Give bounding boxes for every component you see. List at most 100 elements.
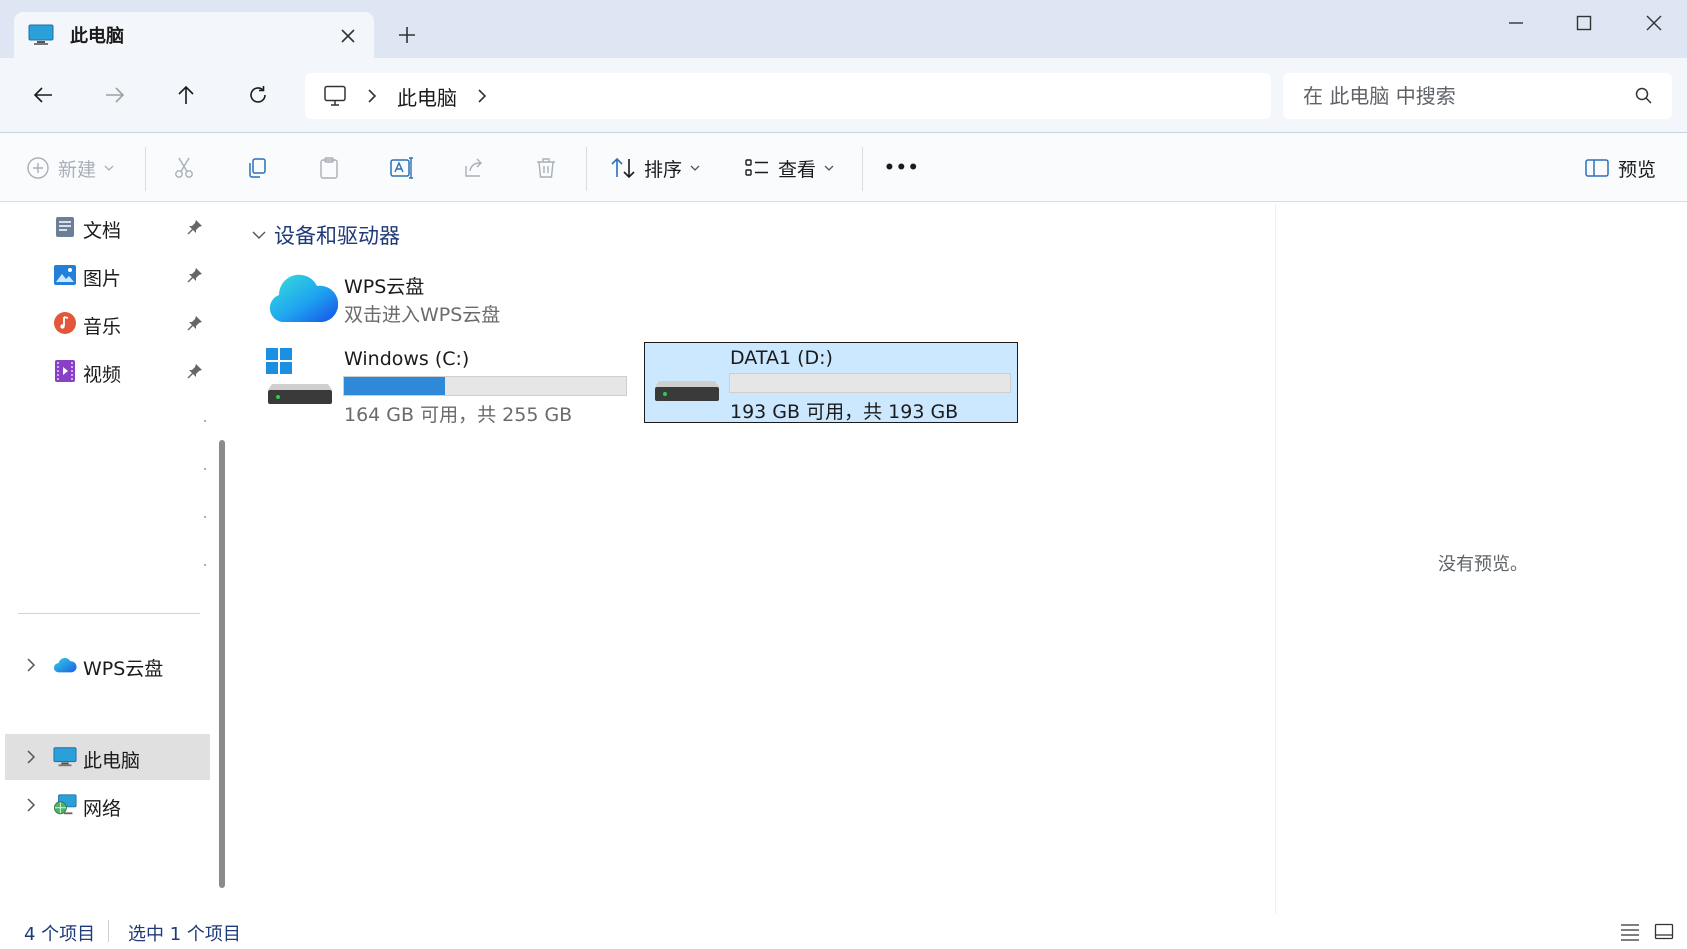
- chevron-down-icon: [104, 164, 114, 172]
- toolbar-divider: [862, 147, 863, 191]
- navigation-pane: 文档 图片 音乐 视频 WPS云盘 此电脑 网络: [0, 204, 214, 914]
- wps-cloud-icon: [266, 268, 338, 324]
- chevron-right-icon[interactable]: [22, 656, 40, 674]
- preview-label: 预览: [1618, 158, 1657, 181]
- toolbar-divider: [145, 147, 146, 191]
- group-header-devices[interactable]: 设备和驱动器: [252, 220, 400, 250]
- trash-icon: [534, 156, 558, 180]
- monitor-icon: [28, 24, 54, 46]
- status-bar: 4 个项目 选中 1 个项目: [0, 914, 1687, 949]
- copy-icon: [245, 156, 269, 180]
- pictures-icon: [53, 263, 77, 287]
- more-options-button[interactable]: •••: [884, 151, 920, 185]
- sidebar-item-label: 此电脑: [83, 750, 141, 772]
- rename-button[interactable]: [389, 151, 415, 185]
- sidebar-dot: [204, 564, 206, 566]
- sidebar-item-network[interactable]: 网络: [5, 782, 210, 828]
- breadcrumb-this-pc[interactable]: 此电脑: [397, 82, 457, 111]
- item-subtitle: 193 GB 可用，共 193 GB: [730, 401, 959, 423]
- sidebar-item-documents[interactable]: 文档: [5, 204, 210, 250]
- sidebar-item-wps-cloud[interactable]: WPS云盘: [5, 642, 210, 688]
- clipboard-icon: [317, 156, 341, 180]
- search-icon[interactable]: [1634, 86, 1654, 106]
- close-window-button[interactable]: [1634, 8, 1674, 38]
- paste-button[interactable]: [317, 151, 341, 185]
- sidebar-item-music[interactable]: 音乐: [5, 300, 210, 346]
- sidebar-item-videos[interactable]: 视频: [5, 348, 210, 394]
- maximize-button[interactable]: [1564, 8, 1604, 38]
- back-button[interactable]: [26, 78, 60, 112]
- preview-pane-icon: [1584, 157, 1610, 179]
- pin-icon[interactable]: [186, 218, 204, 236]
- cut-button[interactable]: [172, 151, 196, 185]
- up-button[interactable]: [169, 78, 203, 112]
- search-box[interactable]: [1283, 73, 1672, 119]
- item-title: WPS云盘: [344, 276, 425, 298]
- pin-icon[interactable]: [186, 314, 204, 332]
- plus-circle-icon: [26, 156, 50, 180]
- command-bar: 新建 排序 查看 ••• 预览: [0, 132, 1687, 202]
- minimize-button[interactable]: [1496, 8, 1536, 38]
- selection-count: 选中 1 个项目: [128, 924, 241, 945]
- view-button[interactable]: 查看: [744, 151, 834, 185]
- pin-icon[interactable]: [186, 362, 204, 380]
- chevron-right-icon[interactable]: [367, 88, 377, 104]
- pin-icon[interactable]: [186, 266, 204, 284]
- forward-button[interactable]: [98, 78, 132, 112]
- title-bar: 此电脑: [0, 0, 1687, 58]
- drive-c-item[interactable]: Windows (C:) 164 GB 可用，共 255 GB: [266, 340, 627, 426]
- tiles-view-button[interactable]: [1652, 920, 1676, 944]
- sidebar-divider: [18, 613, 200, 614]
- share-button[interactable]: [462, 151, 486, 185]
- rename-icon: [389, 156, 415, 180]
- preview-pane-button[interactable]: 预览: [1584, 151, 1656, 185]
- new-tab-button[interactable]: [394, 22, 420, 48]
- sidebar-item-label: 音乐: [83, 316, 122, 338]
- sort-button[interactable]: 排序: [610, 151, 700, 185]
- sidebar-item-label: 视频: [83, 364, 122, 386]
- delete-button[interactable]: [534, 151, 558, 185]
- view-label: 查看: [778, 158, 817, 181]
- chevron-right-icon[interactable]: [22, 796, 40, 814]
- item-count: 4 个项目: [24, 924, 96, 945]
- this-pc-outline-icon: [323, 85, 347, 107]
- refresh-button[interactable]: [241, 78, 275, 112]
- no-preview-text: 没有预览。: [1438, 554, 1528, 575]
- sidebar-item-label: 网络: [83, 798, 122, 820]
- item-subtitle: 双击进入WPS云盘: [344, 304, 501, 326]
- sort-label: 排序: [644, 158, 683, 181]
- music-icon: [53, 311, 77, 335]
- group-title: 设备和驱动器: [274, 224, 400, 248]
- share-icon: [462, 156, 486, 180]
- close-tab-icon[interactable]: [336, 24, 360, 48]
- sidebar-dot: [204, 516, 206, 518]
- chevron-down-icon[interactable]: [252, 230, 266, 240]
- preview-pane: 没有预览。: [1275, 204, 1687, 914]
- tab-this-pc[interactable]: 此电脑: [14, 12, 374, 58]
- status-divider: [108, 920, 109, 942]
- wps-cloud-item[interactable]: WPS云盘 双击进入WPS云盘: [266, 264, 596, 332]
- network-icon: [53, 793, 77, 817]
- search-input[interactable]: [1303, 84, 1623, 108]
- windows-drive-icon: [266, 348, 334, 406]
- more-options-icon: •••: [884, 158, 920, 178]
- item-title: Windows (C:): [344, 348, 470, 370]
- capacity-bar: [729, 373, 1011, 393]
- drive-d-item[interactable]: DATA1 (D:) 193 GB 可用，共 193 GB: [644, 342, 1018, 423]
- address-bar[interactable]: 此电脑: [305, 73, 1271, 119]
- new-button[interactable]: 新建: [26, 151, 114, 185]
- cloud-icon: [53, 653, 77, 677]
- sidebar-item-this-pc[interactable]: 此电脑: [5, 734, 210, 780]
- details-view-button[interactable]: [1618, 920, 1642, 944]
- chevron-right-icon[interactable]: [477, 88, 487, 104]
- view-list-icon: [744, 156, 770, 180]
- videos-icon: [53, 359, 77, 383]
- sidebar-item-pictures[interactable]: 图片: [5, 252, 210, 298]
- capacity-bar: [343, 376, 627, 396]
- item-title: DATA1 (D:): [730, 347, 833, 369]
- scissors-icon: [172, 156, 196, 180]
- copy-button[interactable]: [245, 151, 269, 185]
- sidebar-item-label: 图片: [83, 268, 122, 290]
- chevron-right-icon[interactable]: [22, 748, 40, 766]
- sidebar-scrollbar[interactable]: [219, 440, 225, 888]
